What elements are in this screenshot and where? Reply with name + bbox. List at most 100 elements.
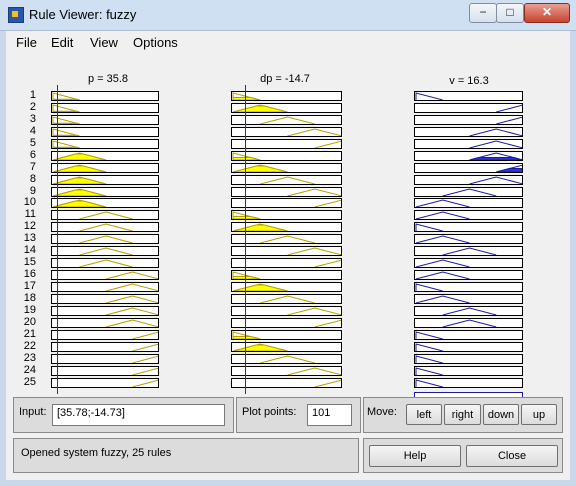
maximize-button[interactable]: □	[496, 3, 524, 23]
input1-mf-cell[interactable]	[51, 234, 159, 245]
output-mf-cell[interactable]	[414, 234, 523, 245]
input1-mf-cell[interactable]	[51, 329, 159, 340]
rule-number: 14	[23, 244, 36, 257]
input1-mf-cell[interactable]	[51, 246, 159, 257]
move-right-button[interactable]: right	[444, 404, 481, 425]
input2-mf-cell[interactable]	[231, 305, 342, 316]
move-left-button[interactable]: left	[406, 404, 442, 425]
input1-mf-cell[interactable]	[51, 353, 159, 364]
input1-mf-cell[interactable]	[51, 174, 159, 185]
input1-mf-plot	[105, 319, 158, 327]
output-mf-cell[interactable]	[414, 222, 523, 233]
input2-mf-plot	[260, 235, 315, 244]
input1-mf-cell[interactable]	[51, 138, 159, 149]
menu-view[interactable]: View	[90, 35, 118, 50]
input2-mf-cell[interactable]	[231, 353, 342, 364]
input1-mf-cell[interactable]	[51, 198, 159, 209]
input2-mf-cell[interactable]	[231, 246, 342, 257]
move-down-button[interactable]: down	[483, 404, 519, 425]
plot-points-field[interactable]: 101	[307, 404, 352, 426]
input1-mf-cell[interactable]	[51, 162, 159, 173]
output-mf-triangle	[415, 211, 470, 220]
input2-mf-cell[interactable]	[231, 91, 342, 101]
close-window-button[interactable]: ✕	[524, 3, 570, 23]
input2-mf-cell[interactable]	[231, 174, 342, 185]
output-mf-cell[interactable]	[414, 293, 523, 304]
input1-mf-cell[interactable]	[51, 341, 159, 352]
minimize-button[interactable]: −	[469, 3, 497, 23]
input1-mf-triangle	[105, 271, 158, 280]
input2-mf-cell[interactable]	[231, 198, 342, 209]
close-button[interactable]: Close	[466, 445, 558, 467]
output-mf-cell[interactable]	[414, 162, 523, 173]
output-mf-cell[interactable]	[414, 150, 523, 161]
output-mf-cell[interactable]	[414, 377, 523, 388]
output-mf-cell[interactable]	[414, 317, 523, 328]
rule-number: 17	[23, 280, 36, 293]
input2-mf-cell[interactable]	[231, 377, 342, 388]
input1-mf-cell[interactable]	[51, 365, 159, 376]
input1-mf-cell[interactable]	[51, 258, 159, 269]
input2-mf-plot	[314, 379, 341, 387]
input2-mf-cell[interactable]	[231, 162, 342, 173]
output-mf-cell[interactable]	[414, 138, 523, 149]
output-mf-cell[interactable]	[414, 198, 523, 209]
output-mf-cell[interactable]	[414, 102, 523, 113]
input2-mf-cell[interactable]	[231, 317, 342, 328]
input2-mf-cell[interactable]	[231, 114, 342, 125]
input2-mf-cell[interactable]	[231, 282, 342, 293]
input1-mf-cell[interactable]	[51, 102, 159, 113]
output-mf-cell[interactable]	[414, 246, 523, 257]
output-mf-cell[interactable]	[414, 126, 523, 137]
output-mf-cell[interactable]	[414, 210, 523, 221]
input1-mf-cell[interactable]	[51, 222, 159, 233]
output-mf-cell[interactable]	[414, 353, 523, 364]
input1-value-cursor[interactable]	[57, 85, 59, 394]
input2-mf-cell[interactable]	[231, 222, 342, 233]
input1-mf-cell[interactable]	[51, 293, 159, 304]
input2-mf-cell[interactable]	[231, 341, 342, 352]
input1-mf-cell[interactable]	[51, 91, 159, 101]
output-mf-cell[interactable]	[414, 341, 523, 352]
help-button[interactable]: Help	[369, 445, 461, 467]
input2-value-cursor[interactable]	[245, 85, 247, 394]
input2-mf-cell[interactable]	[231, 186, 342, 197]
output-mf-cell[interactable]	[414, 114, 523, 125]
input2-mf-cell[interactable]	[231, 293, 342, 304]
move-up-button[interactable]: up	[521, 404, 557, 425]
output-mf-cell[interactable]	[414, 282, 523, 293]
menu-file[interactable]: File	[16, 35, 37, 50]
input2-mf-cell[interactable]	[231, 234, 342, 245]
input2-mf-cell[interactable]	[231, 329, 342, 340]
input1-mf-cell[interactable]	[51, 317, 159, 328]
input1-mf-cell[interactable]	[51, 114, 159, 125]
input2-mf-cell[interactable]	[231, 102, 342, 113]
output-mf-cell[interactable]	[414, 365, 523, 376]
output-mf-cell[interactable]	[414, 258, 523, 269]
input2-mf-cell[interactable]	[231, 210, 342, 221]
input2-mf-cell[interactable]	[231, 365, 342, 376]
input1-mf-cell[interactable]	[51, 150, 159, 161]
input2-mf-cell[interactable]	[231, 150, 342, 161]
input1-mf-cell[interactable]	[51, 377, 159, 388]
input-field[interactable]: [35.78;-14.73]	[52, 404, 225, 426]
input2-mf-cell[interactable]	[231, 138, 342, 149]
output-mf-cell[interactable]	[414, 174, 523, 185]
output-mf-cell[interactable]	[414, 186, 523, 197]
input2-mf-cell[interactable]	[231, 270, 342, 281]
input1-mf-cell[interactable]	[51, 186, 159, 197]
input1-mf-cell[interactable]	[51, 210, 159, 221]
menu-edit[interactable]: Edit	[51, 35, 73, 50]
output-mf-cell[interactable]	[414, 329, 523, 340]
output-mf-cell[interactable]	[414, 270, 523, 281]
input1-mf-cell[interactable]	[51, 270, 159, 281]
input1-mf-cell[interactable]	[51, 305, 159, 316]
input1-mf-cell[interactable]	[51, 126, 159, 137]
input2-mf-cell[interactable]	[231, 126, 342, 137]
input1-mf-plot	[79, 259, 133, 268]
output-mf-cell[interactable]	[414, 305, 523, 316]
menu-options[interactable]: Options	[133, 35, 178, 50]
input1-mf-cell[interactable]	[51, 282, 159, 293]
input2-mf-cell[interactable]	[231, 258, 342, 269]
output-mf-cell[interactable]	[414, 91, 523, 101]
